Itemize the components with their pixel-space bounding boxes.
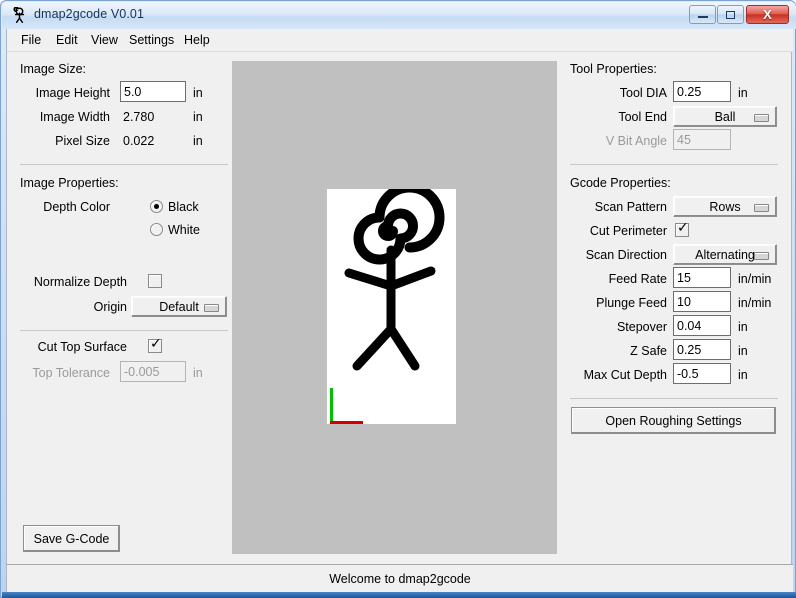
pixel-size-label: Pixel Size (55, 134, 110, 148)
top-tolerance-input (120, 361, 186, 382)
plunge-feed-label: Plunge Feed (596, 296, 667, 310)
origin-label: Origin (93, 300, 127, 314)
cut-top-surface-label: Cut Top Surface (37, 340, 127, 354)
feed-rate-label: Feed Rate (608, 272, 667, 286)
maximize-icon (726, 10, 735, 19)
image-properties-heading: Image Properties: (20, 176, 119, 190)
image-height-input[interactable] (120, 81, 186, 102)
open-roughing-settings-button[interactable]: Open Roughing Settings (571, 407, 776, 434)
depth-color-label: Depth Color (43, 200, 110, 214)
scan-pattern-dropdown[interactable]: Rows (673, 196, 777, 217)
close-icon: X (763, 7, 772, 22)
image-width-unit: in (193, 110, 203, 124)
menu-view[interactable]: View (86, 32, 123, 48)
image-width-label: Image Width (39, 110, 110, 124)
depth-color-radio-black[interactable] (150, 200, 163, 213)
max-cut-depth-input[interactable] (673, 363, 731, 384)
scan-pattern-dropdown-value: Rows (709, 199, 741, 214)
divider-3 (570, 164, 778, 165)
z-safe-input[interactable] (673, 339, 731, 360)
depth-map-image (327, 189, 456, 424)
divider-4 (570, 398, 778, 399)
radio-ring (150, 223, 163, 236)
dropdown-indicator-icon (754, 252, 769, 260)
z-safe-label: Z Safe (630, 344, 667, 358)
divider-1 (20, 164, 228, 165)
origin-dropdown[interactable]: Default (131, 296, 227, 317)
minimize-button[interactable] (689, 5, 716, 24)
z-safe-unit: in (738, 344, 748, 358)
tool-dia-input[interactable] (673, 81, 731, 102)
client-area: File Edit View Settings Help Image Size:… (6, 29, 793, 593)
plunge-feed-unit: in/min (738, 296, 772, 310)
origin-x-axis (330, 421, 363, 424)
scan-direction-dropdown-value: Alternating (695, 247, 755, 262)
v-bit-angle-input (673, 129, 731, 150)
window-title: dmap2gcode V0.01 (34, 7, 145, 21)
stepover-input[interactable] (673, 315, 731, 336)
normalize-depth-label: Normalize Depth (33, 275, 127, 289)
max-cut-depth-label: Max Cut Depth (583, 368, 667, 382)
cut-perimeter-label: Cut Perimeter (589, 224, 667, 238)
close-button[interactable]: X (746, 5, 789, 24)
scan-direction-label: Scan Direction (585, 248, 667, 262)
stick-figure-drawing (344, 189, 445, 371)
scan-pattern-label: Scan Pattern (594, 200, 667, 214)
menu-settings[interactable]: Settings (124, 32, 179, 48)
pixel-size-value: 0.022 (123, 134, 155, 148)
max-cut-depth-unit: in (738, 368, 748, 382)
image-height-unit: in (193, 86, 203, 100)
depth-color-radio-white[interactable] (150, 223, 163, 236)
v-bit-angle-label: V Bit Angle (605, 134, 667, 148)
tool-properties-heading: Tool Properties: (570, 62, 657, 76)
check-icon: ✓ (677, 220, 689, 236)
feed-rate-input[interactable] (673, 267, 731, 288)
dropdown-indicator-icon (754, 204, 769, 212)
menu-bar: File Edit View Settings Help (7, 29, 793, 52)
status-bar: Welcome to dmap2gcode (7, 564, 793, 593)
tool-end-label: Tool End (618, 110, 667, 124)
origin-dropdown-value: Default (159, 299, 199, 314)
scan-direction-dropdown[interactable]: Alternating (673, 244, 777, 265)
maximize-button[interactable] (717, 5, 744, 24)
status-message: Welcome to dmap2gcode (329, 572, 471, 586)
plunge-feed-input[interactable] (673, 291, 731, 312)
origin-y-axis (330, 388, 333, 421)
application-window: dmap2gcode V0.01 X File Edit View Settin… (0, 0, 796, 598)
image-height-label: Image Height (35, 86, 110, 100)
top-tolerance-unit: in (193, 366, 203, 380)
menu-file[interactable]: File (16, 32, 46, 48)
check-icon: ✓ (150, 336, 162, 352)
stepover-label: Stepover (616, 320, 667, 334)
image-size-heading: Image Size: (20, 62, 87, 76)
normalize-depth-checkbox[interactable] (148, 274, 162, 288)
divider-2 (20, 330, 228, 331)
window-bottom-edge (2, 592, 796, 598)
image-width-value: 2.780 (123, 110, 155, 124)
gcode-properties-heading: Gcode Properties: (570, 176, 671, 190)
stepover-unit: in (738, 320, 748, 334)
cut-top-surface-checkbox[interactable]: ✓ (148, 336, 162, 353)
depth-color-option-black: Black (168, 200, 199, 214)
cut-perimeter-checkbox[interactable]: ✓ (675, 220, 689, 237)
dropdown-indicator-icon (204, 304, 219, 312)
tool-dia-unit: in (738, 86, 748, 100)
save-gcode-button[interactable]: Save G-Code (23, 525, 120, 552)
dropdown-indicator-icon (754, 114, 769, 122)
feed-rate-unit: in/min (738, 272, 772, 286)
top-tolerance-label: Top Tolerance (32, 366, 110, 380)
tool-end-dropdown[interactable]: Ball (673, 106, 777, 127)
stick-figure-icon (13, 7, 25, 23)
tool-dia-label: Tool DIA (619, 86, 667, 100)
minimize-icon (697, 16, 708, 18)
title-bar[interactable]: dmap2gcode V0.01 X (2, 2, 796, 29)
pixel-size-unit: in (193, 134, 203, 148)
radio-dot-selected (154, 204, 159, 209)
menu-help[interactable]: Help (179, 32, 215, 48)
menu-edit[interactable]: Edit (51, 32, 83, 48)
image-preview-canvas[interactable] (232, 61, 557, 554)
depth-color-option-white: White (168, 223, 200, 237)
tool-end-dropdown-value: Ball (714, 109, 736, 124)
